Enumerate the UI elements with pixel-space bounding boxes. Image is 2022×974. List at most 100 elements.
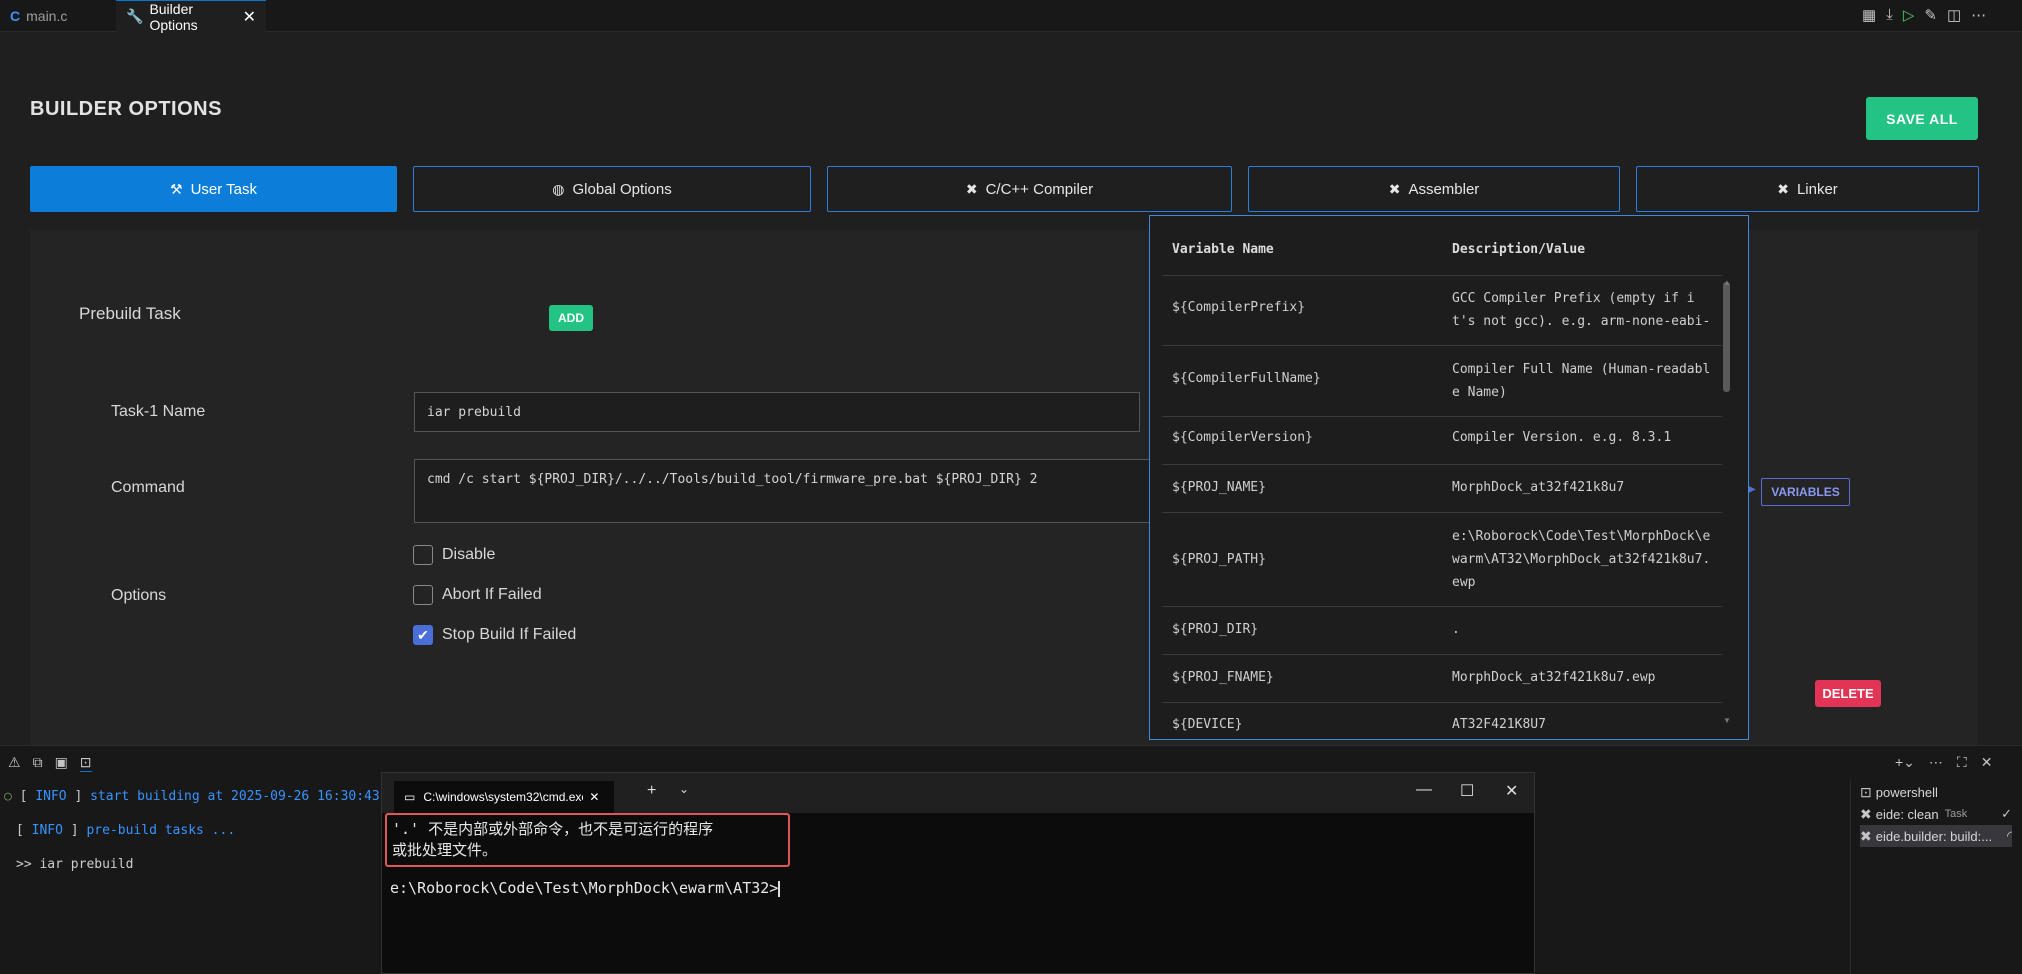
split-editor-icon[interactable]: ◫ [1947, 6, 1961, 24]
options-label: Options [111, 587, 167, 604]
table-row[interactable]: ${PROJ_NAME} MorphDock_at32f421k8u7 [1162, 464, 1722, 512]
variables-popup: Variable Name Description/Value ${Compil… [1149, 215, 1749, 740]
log-text: start building at 2025-09-26 16:30:43 [90, 789, 380, 804]
close-icon[interactable]: ✕ [1505, 781, 1518, 801]
table-row[interactable]: ${CompilerVersion} Compiler Version. e.g.… [1162, 416, 1722, 464]
maximize-icon[interactable]: ☐ [1460, 781, 1474, 801]
table-row[interactable]: ${DEVICE} AT32F421K8U7 [1162, 702, 1722, 739]
warning-icon[interactable]: ⚠ [8, 754, 21, 772]
close-icon[interactable]: ✕ [1981, 754, 1993, 771]
tab-builder-options[interactable]: 🔧 Builder Options ✕ [116, 0, 266, 33]
terminal-item-powershell[interactable]: ⊡ powershell [1860, 781, 2000, 803]
var-name: ${CompilerPrefix} [1172, 300, 1306, 315]
more-icon[interactable]: ⋯ [1929, 754, 1943, 771]
chevron-down-icon[interactable]: ⌄ [679, 782, 689, 796]
error-line-1: '.' 不是内部或外部命令，也不是可运行的程序 [392, 820, 714, 838]
var-name: ${CompilerVersion} [1172, 430, 1313, 445]
disable-checkbox[interactable] [413, 545, 433, 565]
tab-label: C/C++ Compiler [985, 180, 1094, 198]
download-icon[interactable]: ⤓ [1886, 6, 1893, 24]
tools-icon: ✖ [965, 180, 978, 197]
table-row[interactable]: ${CompilerPrefix} GCC Compiler Prefix (em… [1162, 275, 1722, 345]
var-desc: Compiler Version. e.g. 8.3.1 [1452, 430, 1672, 445]
var-name: ${DEVICE} [1172, 717, 1243, 732]
globe-icon: ◍ [552, 180, 565, 197]
scroll-down-icon[interactable]: ▼ [1723, 716, 1731, 725]
prebuild-task-label: Prebuild Task [79, 304, 181, 323]
tab-c-compiler[interactable]: ✖ C/C++ Compiler [827, 166, 1232, 212]
terminal-item-eide-builder[interactable]: ✖ eide.builder: build:... ◜ [1860, 825, 2012, 847]
cmd-window: ▭ C:\windows\system32\cmd.exe ✕ + ⌄ — ☐ ✕ … [381, 772, 1535, 974]
abort-if-failed-checkbox[interactable] [413, 585, 433, 605]
prompt-text: e:\Roborock\Code\Test\MorphDock\ewarm\AT… [390, 879, 779, 897]
tab-global-options[interactable]: ◍ Global Options [413, 166, 811, 212]
editor-tab-bar: C main.c 🔧 Builder Options ✕ ▦ ⤓ ▷ ✎ ◫ ⋯ [0, 0, 2022, 33]
add-task-button[interactable]: ADD [549, 305, 593, 331]
task-name-input[interactable]: iar prebuild [414, 392, 1140, 432]
command-input[interactable]: cmd /c start ${PROJ_DIR}/../../Tools/bui… [414, 459, 1154, 523]
more-icon[interactable]: ⋯ [1971, 6, 1986, 24]
check-icon: ✓ [2001, 806, 2012, 821]
close-icon[interactable]: ✕ [243, 7, 256, 27]
cmd-prompt[interactable]: e:\Roborock\Code\Test\MorphDock\ewarm\AT… [390, 878, 781, 898]
terminal-line: [ INFO ] pre-build tasks ... [16, 823, 236, 838]
new-tab-icon[interactable]: + [647, 782, 656, 800]
tab-label: User Task [190, 180, 257, 198]
save-all-button[interactable]: SAVE ALL [1866, 97, 1978, 140]
run-icon[interactable]: ▷ [1903, 6, 1915, 24]
scroll-up-icon[interactable]: ▲ [1723, 278, 1731, 287]
close-icon[interactable]: ✕ [589, 790, 599, 804]
popup-scrollbar[interactable] [1723, 282, 1730, 392]
command-label: Command [111, 479, 185, 496]
terminal-icon[interactable]: ⊡ [79, 754, 92, 772]
minimize-icon[interactable]: — [1416, 781, 1432, 799]
var-desc: AT32F421K8U7 [1452, 717, 1546, 732]
clean-icon[interactable]: ✎ [1924, 6, 1937, 24]
table-row[interactable]: ${PROJ_DIR}. [1162, 606, 1722, 654]
delete-task-button[interactable]: DELETE [1815, 680, 1881, 707]
tab-user-task[interactable]: ⚒ User Task [30, 166, 397, 212]
maximize-icon[interactable]: ⛶ [1957, 754, 1967, 771]
loading-icon: ◜ [2006, 828, 2012, 843]
tab-label: Builder Options [149, 0, 198, 33]
task-badge: Task [1944, 808, 1968, 820]
table-row[interactable]: ${CompilerFullName} Compiler Full Name (H… [1162, 345, 1722, 416]
cursor [778, 880, 781, 897]
var-name: ${PROJ_DIR} [1172, 622, 1259, 637]
cmd-title: C:\windows\system32\cmd.exe [423, 790, 584, 804]
check-icon: ✔ [417, 626, 429, 643]
log-tag: INFO [35, 789, 67, 804]
var-desc: . [1452, 622, 1460, 637]
cmd-tab[interactable]: ▭ C:\windows\system32\cmd.exe ✕ [394, 781, 614, 813]
add-terminal-icon[interactable]: +⌄ [1895, 754, 1915, 771]
table-row[interactable]: ${PROJ_PATH} e:\Roborock\Code\Test\MorphD… [1162, 512, 1722, 606]
tab-label: Linker [1796, 180, 1838, 198]
error-line-2: 或批处理文件。 [392, 841, 498, 859]
col-description: Description/Value [1452, 242, 1586, 257]
terminal-item-eide-clean[interactable]: ✖ eide: clean Task ✓ [1860, 803, 2012, 825]
tab-main-c[interactable]: C main.c [0, 0, 115, 32]
debug-console-icon[interactable]: ▣ [55, 754, 68, 772]
task-name-label: Task-1 Name [111, 403, 206, 420]
divider [1850, 780, 1851, 974]
terminal-item-label: powershell [1875, 784, 1938, 800]
tab-assembler[interactable]: ✖ Assembler [1248, 166, 1620, 212]
terminal-item-label: eide.builder: build:... [1875, 828, 1991, 844]
page-title: BUILDER OPTIONS [30, 98, 222, 120]
tools-icon: ✖ [1777, 180, 1789, 197]
stop-build-checkbox[interactable]: ✔ [413, 625, 433, 645]
chevron-right-icon: ▶ [1748, 484, 1756, 495]
var-name: ${PROJ_PATH} [1172, 552, 1266, 567]
table-row[interactable]: ${PROJ_FNAME} MorphDock_at32f421k8u7.ewp [1162, 654, 1722, 702]
var-desc: MorphDock_at32f421k8u7 [1452, 480, 1625, 495]
terminal-icon: ⊡ [1860, 783, 1872, 800]
var-desc: GCC Compiler Prefix (empty if i t's not … [1452, 291, 1711, 329]
tab-linker[interactable]: ✖ Linker [1636, 166, 1979, 212]
col-variable-name: Variable Name [1172, 242, 1274, 257]
output-icon[interactable]: ⧉ [33, 754, 43, 772]
variables-button[interactable]: VARIABLES [1761, 478, 1850, 506]
build-icon[interactable]: ▦ [1862, 6, 1876, 24]
run-icon: ⚒ [170, 180, 183, 197]
terminal-icon: ▭ [404, 790, 416, 804]
tools-icon: ✖ [1860, 805, 1872, 822]
